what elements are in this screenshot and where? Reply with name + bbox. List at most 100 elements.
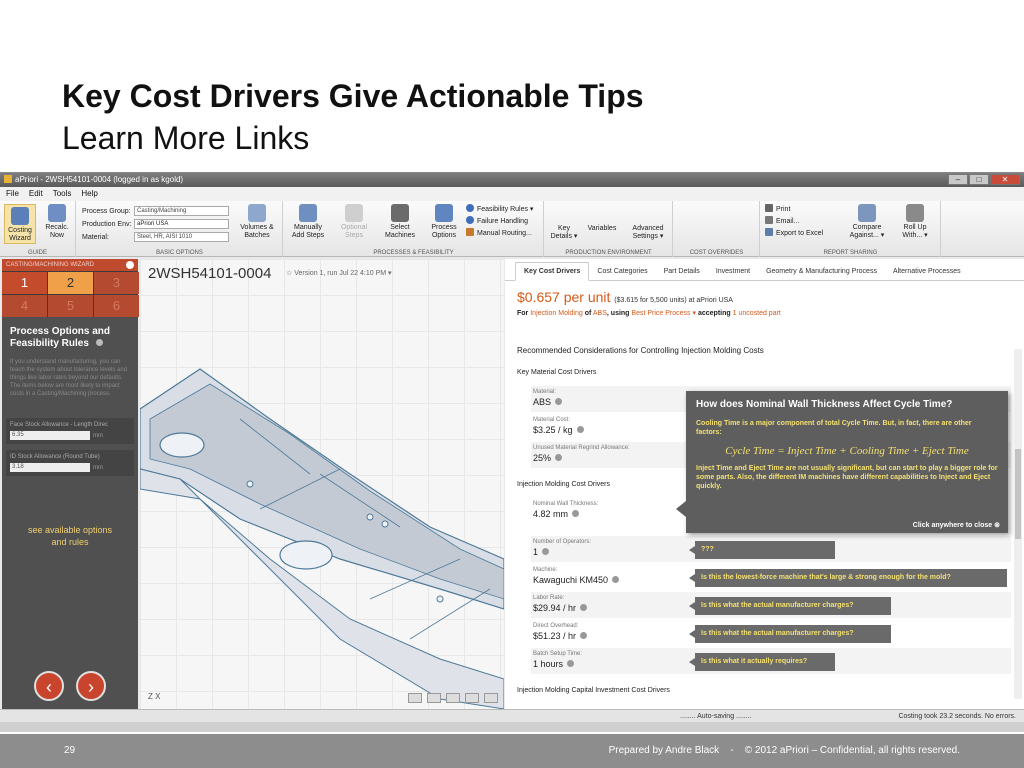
- feasibility-list: Feasibility Rules ▾ Failure Handling Man…: [466, 204, 533, 240]
- info-icon[interactable]: [576, 426, 584, 433]
- wizard-step-2[interactable]: 2: [48, 272, 93, 294]
- labor-rate-label: Labor Rate:: [533, 595, 565, 601]
- wizard-step-1[interactable]: 1: [2, 272, 47, 294]
- optional-steps-button[interactable]: Optional Steps: [336, 204, 372, 240]
- process-options-button[interactable]: Process Options: [424, 204, 464, 240]
- version-dropdown[interactable]: ☆ Version 1, run Jul 22 4:10 PM ▾: [286, 269, 392, 277]
- tip-overhead[interactable]: Is this what the actual manufacturer cha…: [689, 625, 891, 643]
- id-stock-input[interactable]: 3.18: [10, 463, 90, 472]
- info-icon[interactable]: [580, 632, 588, 639]
- view-side-icon[interactable]: [446, 693, 460, 703]
- tip-labor[interactable]: Is this what the actual manufacturer cha…: [689, 597, 891, 615]
- wizard-step-5[interactable]: 5: [48, 295, 93, 317]
- regrind-value: 25%: [533, 453, 563, 463]
- advanced-settings-button[interactable]: Advanced Settings ▾: [627, 225, 669, 241]
- close-circle-icon[interactable]: ⊗: [994, 522, 1000, 529]
- popup-close-link[interactable]: Click anywhere to close ⊗: [913, 521, 1000, 529]
- wizard-back-button[interactable]: ‹: [34, 671, 64, 701]
- part-3d-model[interactable]: [140, 259, 504, 709]
- menu-edit[interactable]: Edit: [29, 187, 43, 201]
- material-link[interactable]: ABS: [593, 310, 607, 317]
- face-stock-block: Face Stock Allowance - Length Direc 6.35…: [6, 418, 134, 444]
- window-titlebar: aPriori - 2WSH54101-0004 (logged in as k…: [0, 173, 1024, 187]
- menu-help[interactable]: Help: [81, 187, 97, 201]
- slide-title: Key Cost Drivers Give Actionable Tips: [62, 78, 644, 114]
- feasibility-rules-button[interactable]: Feasibility Rules ▾: [466, 204, 533, 216]
- tab-geometry-process[interactable]: Geometry & Manufacturing Process: [758, 268, 885, 280]
- manually-add-steps-button[interactable]: Manually Add Steps: [288, 204, 328, 240]
- tab-investment[interactable]: Investment: [708, 268, 758, 280]
- wizard-close-icon[interactable]: [126, 261, 134, 269]
- email-button[interactable]: Email...: [765, 216, 823, 228]
- tab-alternative-processes[interactable]: Alternative Processes: [885, 268, 969, 280]
- costing-wizard-button[interactable]: Costing Wizard: [4, 204, 36, 244]
- roll-up-with-button[interactable]: Roll Up With... ▾: [895, 204, 935, 240]
- tip-setup[interactable]: Is this what it actually requires?: [689, 653, 835, 671]
- select-machines-button[interactable]: Select Machines: [380, 204, 420, 240]
- tab-key-cost-drivers[interactable]: Key Cost Drivers: [515, 262, 590, 281]
- view-top-icon[interactable]: [427, 693, 441, 703]
- slide-footer: 29 Prepared by Andre Black - © 2012 aPri…: [0, 734, 1024, 768]
- key-details-button[interactable]: Key Details ▾: [547, 225, 581, 241]
- machine-value: Kawaguchi KM450: [533, 575, 620, 585]
- tab-cost-categories[interactable]: Cost Categories: [589, 268, 655, 280]
- face-stock-input[interactable]: 6.35: [10, 431, 90, 440]
- variables-button[interactable]: Variables: [585, 225, 619, 233]
- view-iso-icon[interactable]: [465, 693, 479, 703]
- uncosted-link[interactable]: 1 uncosted part: [733, 310, 781, 317]
- tip-operators[interactable]: ???: [689, 541, 835, 559]
- email-icon: [765, 216, 773, 224]
- menu-file[interactable]: File: [6, 187, 19, 201]
- menu-tools[interactable]: Tools: [53, 187, 72, 201]
- info-icon[interactable]: [542, 548, 550, 555]
- wizard-step-3[interactable]: 3: [94, 272, 139, 294]
- view-fit-icon[interactable]: [484, 693, 498, 703]
- wizard-next-button[interactable]: ›: [76, 671, 106, 701]
- process-link[interactable]: Injection Molding: [530, 310, 583, 317]
- manual-routing-button[interactable]: Manual Routing...: [466, 228, 533, 240]
- setup-time-label: Batch Setup Time:: [533, 651, 583, 657]
- group-label-report-sharing: REPORT SHARING: [823, 250, 878, 256]
- machine-icon: [391, 204, 409, 222]
- section-key-material: Key Material Cost Drivers: [517, 369, 597, 376]
- model-viewport[interactable]: 2WSH54101-0004 ☆ Version 1, run Jul 22 4…: [140, 259, 504, 709]
- production-env-field[interactable]: Production Env: aPriori USA: [82, 219, 229, 229]
- wizard-step-6[interactable]: 6: [94, 295, 139, 317]
- material-select[interactable]: Steel, HR, AISI 1010: [134, 232, 229, 242]
- best-price-dropdown[interactable]: Best Price Process ▾: [631, 310, 696, 317]
- recalc-now-button[interactable]: Recalc. Now: [42, 204, 72, 240]
- tip-machine[interactable]: Is this the lowest-force machine that's …: [689, 569, 1007, 587]
- axes-indicator: Z X: [148, 692, 161, 701]
- info-icon[interactable]: [567, 660, 575, 667]
- wizard-step-4[interactable]: 4: [2, 295, 47, 317]
- info-icon[interactable]: [580, 604, 588, 611]
- view-front-icon[interactable]: [408, 693, 422, 703]
- volumes-icon: [248, 204, 266, 222]
- scrollbar-thumb[interactable]: [1015, 449, 1021, 539]
- wizard-header: CASTING/MACHINING WIZARD: [2, 259, 138, 271]
- ribbon-group-basic-options: Process Group: Casting/Machining Product…: [77, 201, 283, 257]
- failure-handling-button[interactable]: Failure Handling: [466, 216, 533, 228]
- material-field[interactable]: Material: Steel, HR, AISI 1010: [82, 232, 229, 242]
- export-excel-button[interactable]: Export to Excel: [765, 228, 823, 240]
- volumes-batches-button[interactable]: Volumes & Batches: [237, 204, 277, 240]
- tab-part-details[interactable]: Part Details: [656, 268, 708, 280]
- print-button[interactable]: Print: [765, 204, 823, 216]
- options-rules-link[interactable]: see available options and rules: [2, 524, 138, 548]
- process-group-select[interactable]: Casting/Machining: [134, 206, 229, 216]
- process-group-field[interactable]: Process Group: Casting/Machining: [82, 206, 229, 216]
- page-number: 29: [64, 745, 76, 756]
- help-popup[interactable]: How does Nominal Wall Thickness Affect C…: [676, 391, 1008, 533]
- close-icon[interactable]: ✕: [990, 174, 1020, 185]
- info-icon[interactable]: [555, 398, 563, 405]
- production-env-select[interactable]: aPriori USA: [134, 219, 229, 229]
- minimize-icon[interactable]: –: [948, 174, 968, 185]
- process-options-icon: [435, 204, 453, 222]
- info-icon[interactable]: [555, 454, 563, 461]
- info-icon[interactable]: [572, 510, 580, 517]
- info-icon[interactable]: [612, 576, 620, 583]
- compare-against-button[interactable]: Compare Against... ▾: [845, 204, 889, 240]
- maximize-icon[interactable]: □: [969, 174, 989, 185]
- info-icon[interactable]: [95, 339, 103, 346]
- star-icon[interactable]: ☆: [286, 270, 292, 277]
